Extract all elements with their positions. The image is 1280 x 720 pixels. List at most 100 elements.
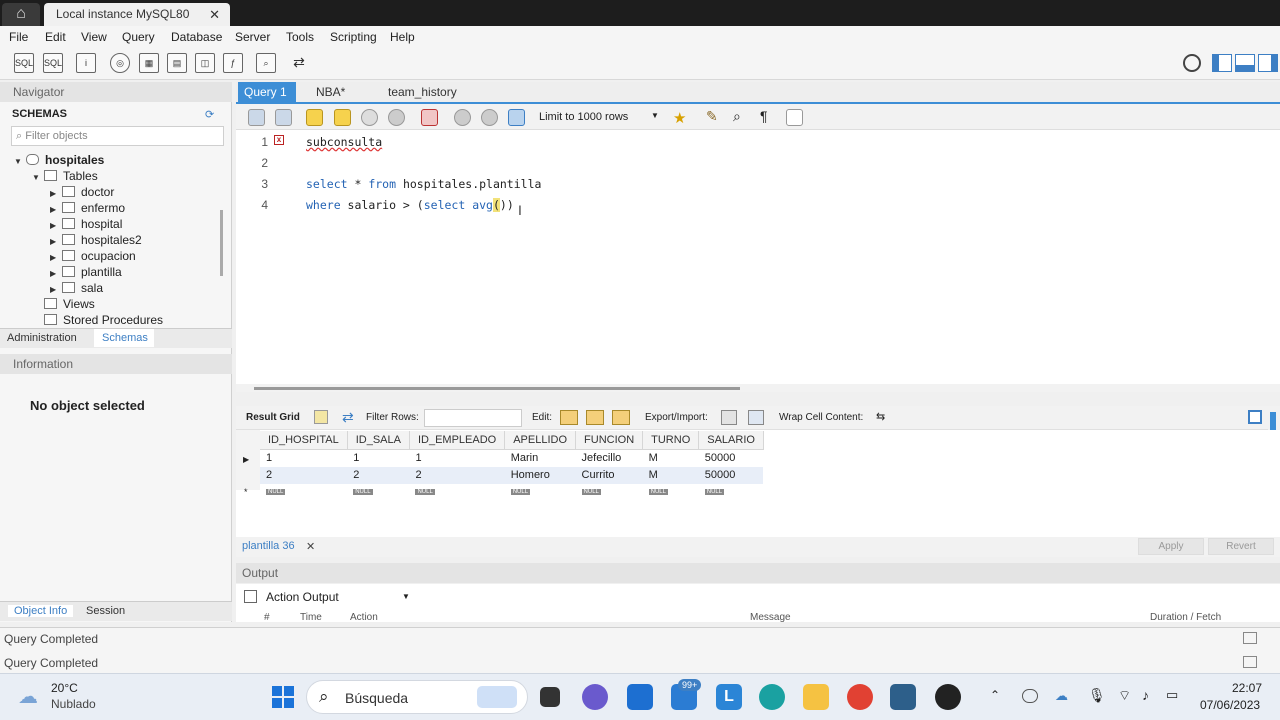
open-file-icon[interactable]: [248, 109, 265, 126]
tab-administration[interactable]: Administration: [7, 332, 77, 344]
cell[interactable]: M: [642, 466, 699, 484]
create-schema-icon[interactable]: ◎: [110, 53, 130, 73]
edit-row-icon[interactable]: [560, 410, 578, 425]
rollback-icon[interactable]: [481, 109, 498, 126]
cell[interactable]: 1: [347, 450, 409, 467]
store-icon[interactable]: [627, 684, 653, 710]
chat-icon[interactable]: [582, 684, 608, 710]
status-log-icon[interactable]: [1243, 632, 1257, 644]
result-grid[interactable]: ▶ * ID_HOSPITAL ID_SALA ID_EMPLEADO APEL…: [236, 430, 1280, 538]
export-icon[interactable]: [721, 410, 737, 425]
cell[interactable]: Currito: [575, 466, 643, 484]
autocommit-icon[interactable]: [508, 109, 525, 126]
new-sql-tab-icon[interactable]: SQL: [14, 53, 34, 73]
home-tab[interactable]: ⌂: [2, 3, 40, 26]
settings-icon[interactable]: [1183, 54, 1201, 72]
toggle-sidebar-icon[interactable]: [1212, 54, 1232, 72]
filter-objects-input[interactable]: ⌕ Filter objects: [11, 126, 224, 146]
chevron-down-icon[interactable]: ▼: [402, 592, 410, 601]
task-view-icon[interactable]: [540, 687, 560, 707]
create-view-icon[interactable]: ▤: [167, 53, 187, 73]
wrap-cell-icon[interactable]: ⇆: [876, 410, 885, 423]
tab-nba[interactable]: NBA*: [310, 82, 351, 102]
column-header[interactable]: TURNO: [642, 431, 700, 450]
menu-help[interactable]: Help: [390, 30, 415, 44]
word-wrap-icon[interactable]: [786, 109, 803, 126]
tree-scrollbar[interactable]: [220, 210, 223, 276]
table-sala[interactable]: ▶ sala: [50, 281, 103, 297]
delete-row-icon[interactable]: [612, 410, 630, 425]
result-grid-label[interactable]: Result Grid: [246, 412, 300, 423]
table-doctor[interactable]: ▶ doctor: [50, 185, 114, 201]
table-hospitales2[interactable]: ▶ hospitales2: [50, 233, 142, 249]
windows-start-icon[interactable]: [272, 686, 294, 708]
schema-hospitales[interactable]: ▼ hospitales: [14, 153, 104, 169]
taskbar-search[interactable]: ⌕ Búsqueda: [306, 680, 528, 714]
stop-icon[interactable]: [388, 109, 405, 126]
grid-view-icon[interactable]: [314, 410, 328, 424]
menu-server[interactable]: Server: [235, 30, 270, 44]
column-header[interactable]: ID_HOSPITAL: [260, 431, 348, 450]
cell[interactable]: 50000: [698, 466, 764, 484]
refresh-icon[interactable]: ⇄: [342, 409, 354, 426]
edge-icon[interactable]: [759, 684, 785, 710]
create-function-icon[interactable]: ƒ: [223, 53, 243, 73]
volume-icon[interactable]: ♪: [1142, 687, 1149, 703]
column-header[interactable]: ID_SALA: [347, 431, 410, 450]
microphone-icon[interactable]: 🎙: [1088, 687, 1106, 704]
battery-icon[interactable]: ▭: [1166, 687, 1178, 703]
cell[interactable]: 2: [260, 466, 348, 484]
table-hospital[interactable]: ▶ hospital: [50, 217, 122, 233]
inspector-icon[interactable]: i: [76, 53, 96, 73]
tab-query-1[interactable]: Query 1: [238, 82, 296, 102]
lync-icon[interactable]: L: [716, 684, 742, 710]
add-row-icon[interactable]: [586, 410, 604, 425]
error-marker-icon[interactable]: x: [274, 135, 284, 145]
onedrive-icon[interactable]: [1022, 689, 1038, 703]
beautify-icon[interactable]: ✎: [706, 108, 718, 125]
invisible-chars-icon[interactable]: ¶: [760, 108, 768, 124]
refresh-schemas-icon[interactable]: ⟳: [205, 108, 214, 121]
github-icon[interactable]: [935, 684, 961, 710]
menu-query[interactable]: Query: [122, 30, 155, 44]
open-sql-file-icon[interactable]: SQL: [43, 53, 63, 73]
tree-tables[interactable]: ▼ Tables: [32, 169, 98, 185]
sql-editor[interactable]: 1 x subconsulta 2 3 select * from hospit…: [236, 130, 1280, 384]
reconnect-icon[interactable]: ⇄: [289, 53, 309, 73]
table-ocupacion[interactable]: ▶ ocupacion: [50, 249, 136, 265]
tree-stored-procedures[interactable]: Stored Procedures: [42, 313, 163, 327]
execute-current-icon[interactable]: [334, 109, 351, 126]
tab-schemas[interactable]: Schemas: [94, 329, 154, 347]
tab-object-info[interactable]: Object Info: [8, 605, 74, 617]
weather-temp[interactable]: 20°C: [51, 681, 78, 695]
table-plantilla[interactable]: ▶ plantilla: [50, 265, 122, 281]
close-tab-icon[interactable]: ✕: [209, 3, 220, 26]
cell[interactable]: 1: [260, 450, 347, 467]
cell[interactable]: Jefecillo: [576, 450, 643, 467]
column-header[interactable]: ID_EMPLEADO: [409, 431, 506, 450]
clock-date[interactable]: 07/06/2023: [1200, 698, 1260, 712]
cell[interactable]: 2: [409, 466, 505, 484]
menu-file[interactable]: File: [9, 30, 28, 44]
tab-team-history[interactable]: team_history: [382, 82, 463, 102]
clock-time[interactable]: 22:07: [1232, 681, 1262, 695]
filter-rows-input[interactable]: [424, 409, 522, 427]
find-icon[interactable]: ⌕: [733, 108, 741, 125]
bookmark-icon[interactable]: ★: [673, 109, 686, 127]
import-icon[interactable]: [748, 410, 764, 425]
menu-scripting[interactable]: Scripting: [330, 30, 377, 44]
file-explorer-icon[interactable]: [803, 684, 829, 710]
limit-rows-select[interactable]: Limit to 1000 rows ▼: [539, 108, 661, 126]
cell[interactable]: Homero: [504, 466, 576, 484]
save-icon[interactable]: [275, 109, 292, 126]
revert-button[interactable]: Revert: [1208, 538, 1274, 555]
apply-button[interactable]: Apply: [1138, 538, 1204, 555]
mysql-workbench-icon[interactable]: [890, 684, 916, 710]
execute-icon[interactable]: [306, 109, 323, 126]
close-result-tab-icon[interactable]: ✕: [306, 540, 315, 553]
menu-view[interactable]: View: [81, 30, 107, 44]
column-header[interactable]: SALARIO: [698, 431, 764, 450]
create-procedure-icon[interactable]: ◫: [195, 53, 215, 73]
menu-tools[interactable]: Tools: [286, 30, 314, 44]
cell[interactable]: 1: [409, 450, 504, 467]
